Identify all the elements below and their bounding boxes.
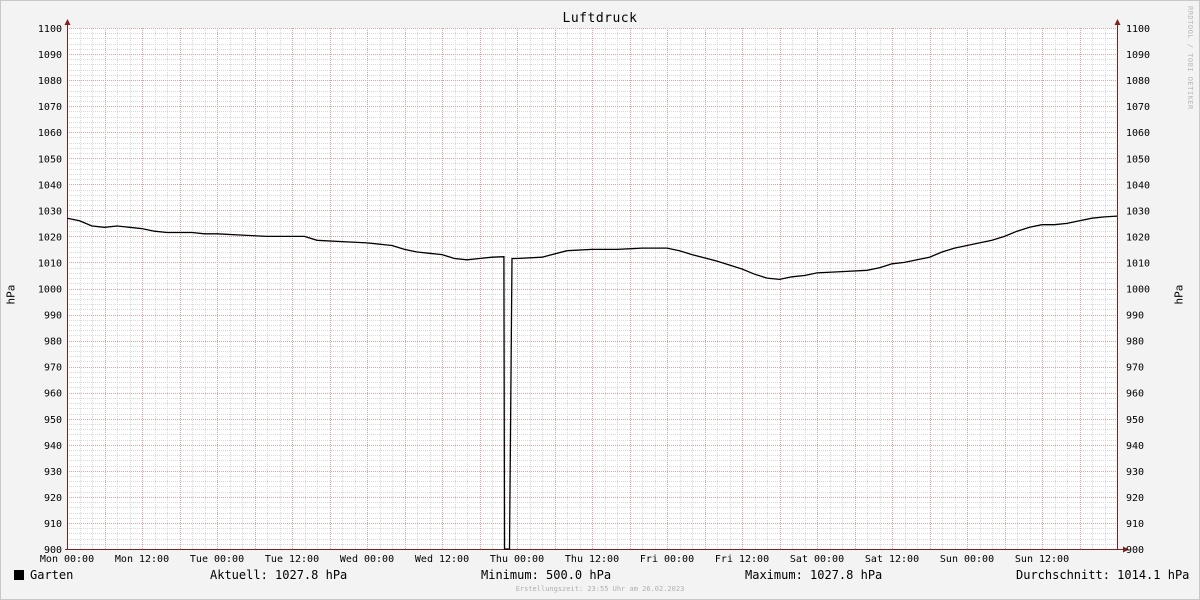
stat-minimum: Minimum: 500.0 hPa — [481, 568, 612, 582]
y-tick-label-right: 1000 — [1126, 285, 1150, 296]
y-tick-label-right: 930 — [1126, 467, 1144, 478]
stat-maximum: Maximum: 1027.8 hPa — [745, 568, 883, 582]
y-tick-label-left: 1040 — [38, 180, 62, 191]
y-tick-label-right: 1020 — [1126, 232, 1150, 243]
y-tick-label-left: 1070 — [38, 102, 62, 113]
y-tick-label-right: 1050 — [1126, 154, 1150, 165]
y-tick-label-right: 980 — [1126, 337, 1144, 348]
y-tick-label-right: 900 — [1126, 545, 1144, 556]
y-axis-arrow-right — [1114, 19, 1121, 25]
y-tick-label-left: 980 — [44, 337, 62, 348]
y-tick-label-left: 1000 — [38, 285, 62, 296]
y-axis-arrow-left — [64, 19, 71, 25]
y-tick-label-right: 1080 — [1126, 76, 1150, 87]
y-tick-label-right: 1040 — [1126, 180, 1150, 191]
x-tick-label: Tue 12:00 — [265, 554, 319, 565]
stat-durchschnitt: Durchschnitt: 1014.1 hPa — [1016, 568, 1190, 582]
y-tick-label-right: 1010 — [1126, 258, 1150, 269]
y-tick-label-left: 910 — [44, 519, 62, 530]
y-tick-label-right: 1030 — [1126, 206, 1150, 217]
x-tick-label: Wed 00:00 — [340, 554, 394, 565]
creation-time: Erstellungszeit: 23:55 Uhr am 26.02.2023 — [515, 585, 685, 593]
x-tick-label: Sat 12:00 — [865, 554, 919, 565]
y-tick-label-left: 970 — [44, 363, 62, 374]
y-tick-label-right: 970 — [1126, 363, 1144, 374]
y-tick-label-right: 960 — [1126, 389, 1144, 400]
y-tick-label-left: 950 — [44, 415, 62, 426]
chart-plot: 900 910 920 930 940 950 960 970 980 990 1000 1010 10… — [38, 19, 1150, 565]
x-tick-label: Tue 00:00 — [190, 554, 244, 565]
y-tick-label-left: 1020 — [38, 232, 62, 243]
legend: Garten Aktuell: 1027.8 hPa Minimum: 500.… — [0, 568, 1200, 584]
y-tick-label-right: 1090 — [1126, 50, 1150, 61]
x-tick-label: Sun 00:00 — [940, 554, 994, 565]
y-tick-label-right: 1100 — [1126, 24, 1150, 35]
legend-series-label: Garten — [30, 568, 74, 582]
y-tick-label-left: 930 — [44, 467, 62, 478]
y-tick-label-left: 1090 — [38, 50, 62, 61]
legend-swatch — [14, 570, 24, 580]
y-tick-label-right: 940 — [1126, 441, 1144, 452]
y-tick-label-left: 940 — [44, 441, 62, 452]
x-tick-label: Thu 12:00 — [565, 554, 619, 565]
y-tick-label-left: 1030 — [38, 206, 62, 217]
y-tick-label-left: 920 — [44, 493, 62, 504]
x-tick-label: Fri 12:00 — [715, 554, 769, 565]
x-tick-label: Mon 00:00 — [40, 554, 94, 565]
y-tick-label-left: 960 — [44, 389, 62, 400]
y-tick-label-left: 1050 — [38, 154, 62, 165]
x-tick-label: Fri 00:00 — [640, 554, 694, 565]
y-tick-label-left: 1100 — [38, 24, 62, 35]
x-tick-label: Mon 12:00 — [115, 554, 169, 565]
stat-aktuell: Aktuell: 1027.8 hPa — [210, 568, 348, 582]
x-tick-label: Thu 00:00 — [490, 554, 544, 565]
x-tick-label: Wed 12:00 — [415, 554, 469, 565]
y-tick-label-left: 1080 — [38, 76, 62, 87]
x-tick-label: Sat 00:00 — [790, 554, 844, 565]
y-tick-label-left: 990 — [44, 311, 62, 322]
y-tick-label-left: 1010 — [38, 258, 62, 269]
y-tick-label-right: 950 — [1126, 415, 1144, 426]
y-tick-label-right: 910 — [1126, 519, 1144, 530]
y-tick-label-right: 1060 — [1126, 128, 1150, 139]
y-tick-label-left: 1060 — [38, 128, 62, 139]
y-tick-label-right: 1070 — [1126, 102, 1150, 113]
y-tick-label-right: 920 — [1126, 493, 1144, 504]
y-tick-label-right: 990 — [1126, 311, 1144, 322]
x-tick-label: Sun 12:00 — [1015, 554, 1069, 565]
